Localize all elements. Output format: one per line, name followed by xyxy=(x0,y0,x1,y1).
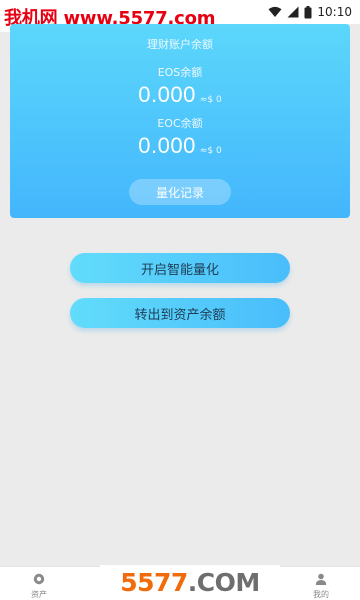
assets-icon xyxy=(33,573,45,587)
status-icons: 10:10 xyxy=(268,4,352,20)
signal-icon xyxy=(287,6,299,18)
eos-balance-value: 0.000 xyxy=(138,82,196,107)
eos-balance-usd: ≈$ 0 xyxy=(199,95,222,105)
card-title: 理财账户余额 xyxy=(147,38,213,51)
status-time: 10:10 xyxy=(317,5,352,19)
nav-item-mine[interactable]: 我的 xyxy=(301,573,341,600)
watermark-bottom: 5577 .COM xyxy=(100,565,280,600)
quant-record-button[interactable]: 量化记录 xyxy=(129,179,231,205)
eoc-balance-usd: ≈$ 0 xyxy=(199,146,222,156)
eoc-balance-row: 0.000 ≈$ 0 xyxy=(10,133,350,159)
battery-icon xyxy=(304,5,312,19)
balance-card: 理财账户余额 EOS余额 0.000 ≈$ 0 EOC余额 0.000 ≈$ 0… xyxy=(10,24,350,218)
eoc-balance-label: EOC余额 xyxy=(157,117,203,130)
nav-label-mine: 我的 xyxy=(313,590,329,599)
nav-item-assets[interactable]: 资产 xyxy=(19,573,59,600)
user-icon xyxy=(315,573,327,587)
wifi-icon xyxy=(268,6,282,18)
watermark-number: 5577 xyxy=(120,568,188,597)
eos-balance-row: 0.000 ≈$ 0 xyxy=(10,82,350,108)
transfer-to-assets-button[interactable]: 转出到资产余额 xyxy=(70,298,290,328)
start-smart-quant-button[interactable]: 开启智能量化 xyxy=(70,253,290,283)
eos-balance-label: EOS余额 xyxy=(157,66,203,79)
nav-label-assets: 资产 xyxy=(31,590,47,599)
eoc-balance-value: 0.000 xyxy=(138,133,196,158)
watermark-domain: .COM xyxy=(187,568,260,597)
